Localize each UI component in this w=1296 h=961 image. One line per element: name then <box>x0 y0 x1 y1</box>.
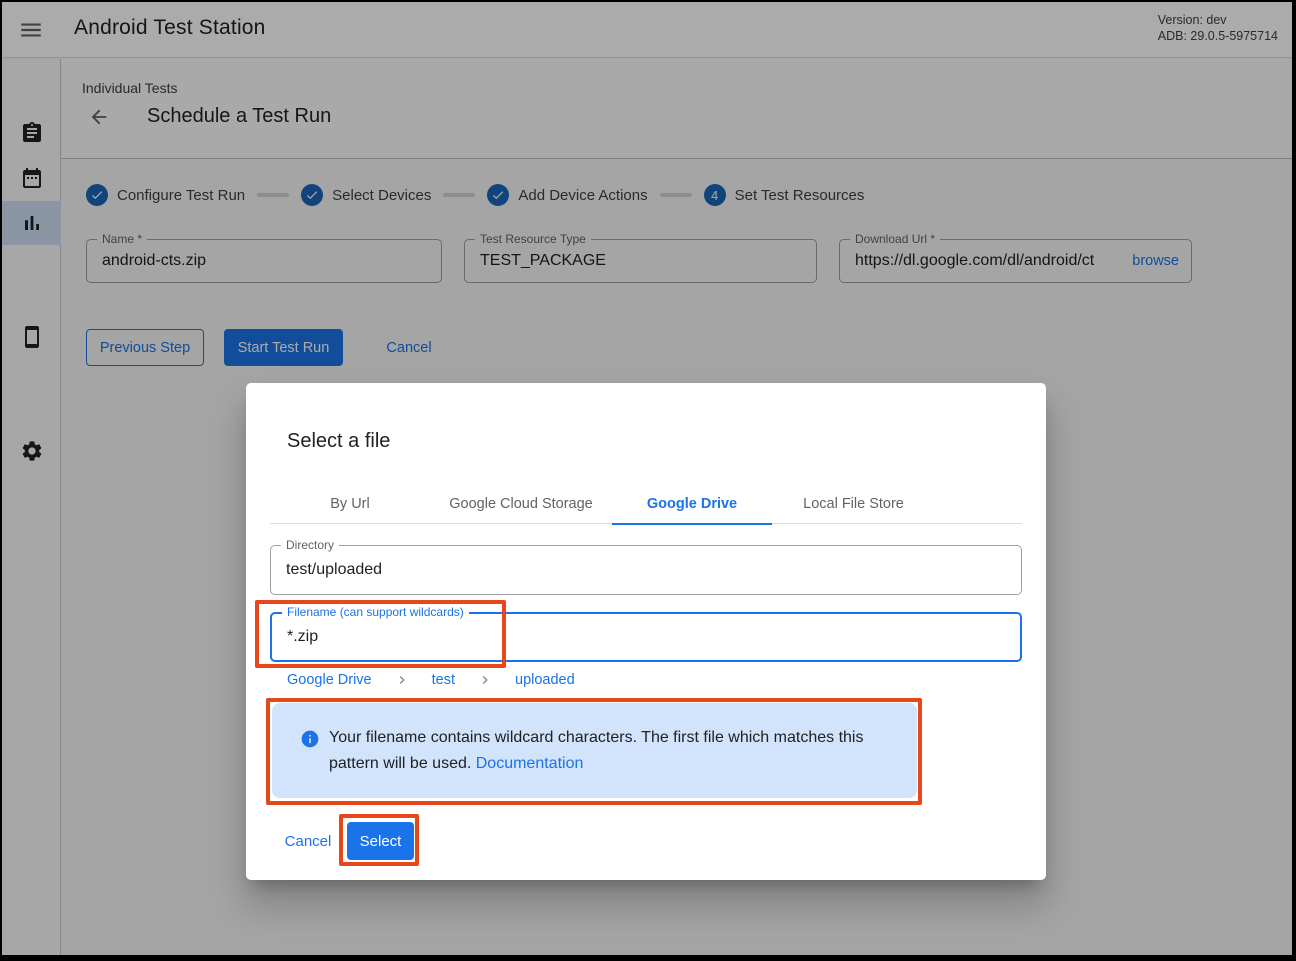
tab-local-file-store[interactable]: Local File Store <box>772 483 935 524</box>
chevron-right-icon <box>394 672 410 688</box>
documentation-link[interactable]: Documentation <box>476 755 584 772</box>
banner-message: Your filename contains wildcard characte… <box>329 729 863 772</box>
dialog-cancel-button[interactable]: Cancel <box>280 823 336 859</box>
breadcrumb-test[interactable]: test <box>432 672 455 688</box>
info-icon <box>300 729 320 749</box>
dialog-tabs: By Url Google Cloud Storage Google Drive… <box>270 483 1022 524</box>
dialog-select-button[interactable]: Select <box>347 822 414 860</box>
select-file-dialog: Select a file By Url Google Cloud Storag… <box>246 383 1046 880</box>
breadcrumb-google-drive[interactable]: Google Drive <box>287 672 372 688</box>
breadcrumb-uploaded[interactable]: uploaded <box>515 672 575 688</box>
drive-breadcrumb: Google Drive test uploaded <box>287 672 575 688</box>
wildcard-info-banner: Your filename contains wildcard characte… <box>272 703 917 798</box>
filename-field[interactable]: Filename (can support wildcards) <box>270 612 1022 662</box>
banner-text: Your filename contains wildcard characte… <box>329 725 877 777</box>
filename-input[interactable] <box>287 628 1008 646</box>
dialog-title: Select a file <box>287 430 390 453</box>
tab-by-url[interactable]: By Url <box>270 483 430 524</box>
tab-google-drive[interactable]: Google Drive <box>612 483 772 524</box>
app-window: Android Test Station Version: dev ADB: 2… <box>2 2 1292 955</box>
chevron-right-icon <box>477 672 493 688</box>
tab-google-cloud-storage[interactable]: Google Cloud Storage <box>430 483 612 524</box>
directory-field[interactable]: Directory <box>270 545 1022 595</box>
directory-input[interactable] <box>286 561 1009 579</box>
